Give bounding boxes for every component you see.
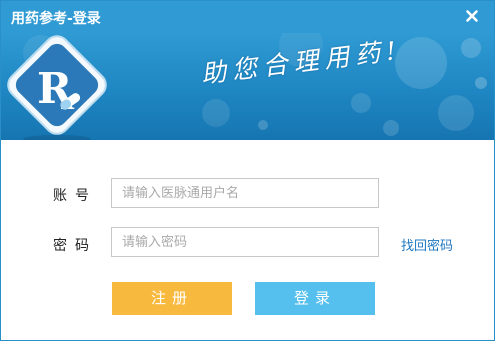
account-input[interactable] (111, 178, 379, 208)
account-label: 账号 (53, 188, 97, 204)
password-input[interactable] (111, 227, 379, 257)
banner: R x 助您合理用药! (1, 33, 494, 140)
login-form: 账号 密码 找回密码 注册 登录 (1, 140, 494, 340)
close-icon (466, 10, 478, 22)
close-button[interactable] (462, 6, 482, 26)
login-button[interactable]: 登录 (255, 282, 375, 315)
password-label: 密码 (53, 238, 97, 254)
register-button[interactable]: 注册 (112, 282, 232, 315)
title-bar: 用药参考-登录 (1, 1, 494, 33)
login-window: 用药参考-登录 R x 助您合理用 (0, 0, 495, 341)
rx-logo-icon: R x (7, 35, 107, 140)
window-title: 用药参考-登录 (11, 11, 101, 27)
forgot-password-link[interactable]: 找回密码 (401, 235, 453, 254)
